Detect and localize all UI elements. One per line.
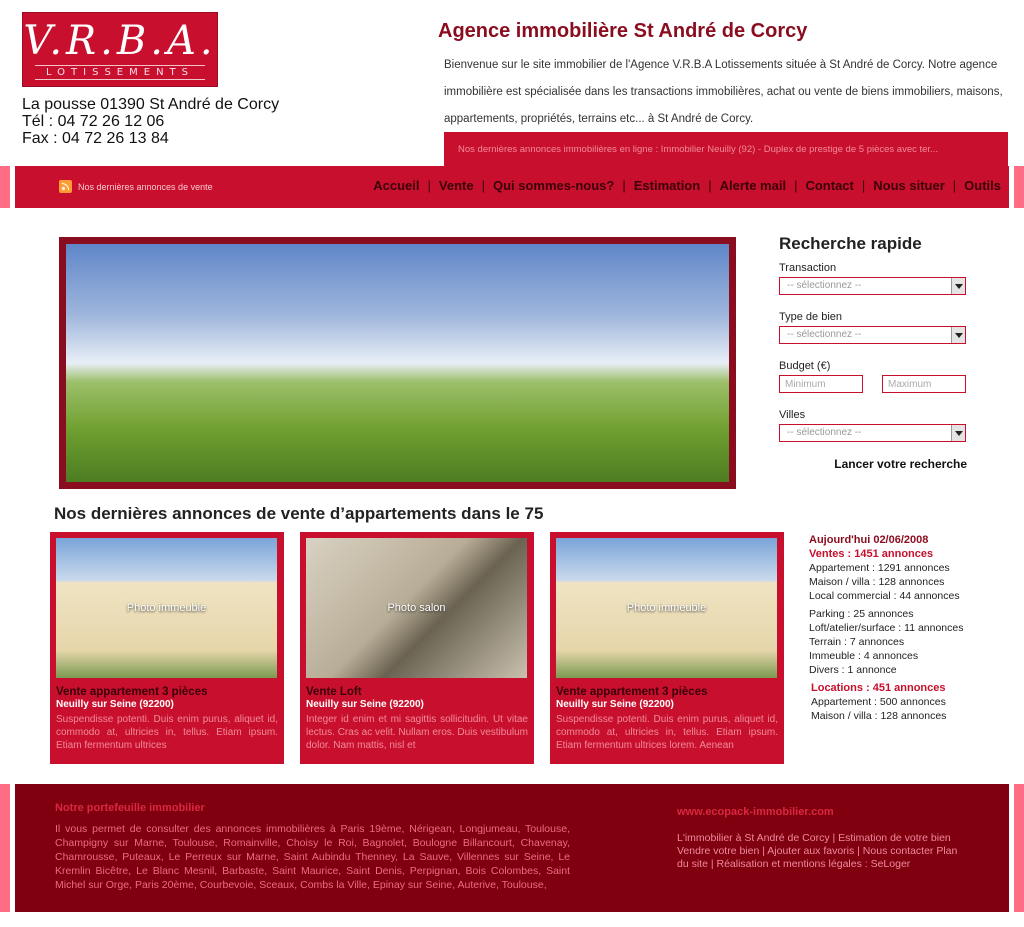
transaction-select[interactable]: -- sélectionnez -- <box>779 277 966 295</box>
stats-date: Aujourd'hui 02/06/2008 <box>809 534 929 546</box>
stats-line: Appartement : 500 annonces <box>811 696 946 708</box>
contact-block: La pousse 01390 St André de Corcy Tél : … <box>22 96 279 147</box>
stats-line: Appartement : 1291 annonces <box>809 562 950 574</box>
transaction-label: Transaction <box>779 262 837 274</box>
listing-photo[interactable]: Photo salon <box>306 538 527 678</box>
left-accent-strip <box>0 784 10 912</box>
nav-item-nous-situer[interactable]: Nous situer <box>873 178 945 193</box>
logo[interactable]: V.R.B.A. LOTISSEMENTS <box>22 12 218 87</box>
stats-line: Loft/atelier/surface : 11 annonces <box>809 622 964 634</box>
budget-max-input[interactable] <box>882 375 966 393</box>
nav-item-alerte-mail[interactable]: Alerte mail <box>720 178 786 193</box>
footer-links: www.ecopack-immobilier.com L'immobilier … <box>677 806 967 871</box>
intro-text: Bienvenue sur le site immobilier de l'Ag… <box>444 59 1003 125</box>
listing-description: Suspendisse potenti. Duis enim purus, al… <box>556 714 778 751</box>
footer-portfolio-title: Notre portefeuille immobilier <box>55 802 205 814</box>
listing-description: Suspendisse potenti. Duis enim purus, al… <box>56 714 278 751</box>
listing-title[interactable]: Vente appartement 3 pièces <box>556 686 778 698</box>
listings-title: Nos dernières annonces de vente d’appart… <box>54 504 544 523</box>
nav-item-accueil[interactable]: Accueil <box>373 178 419 193</box>
right-accent-strip <box>1014 166 1024 208</box>
address: La pousse 01390 St André de Corcy <box>22 96 280 113</box>
listing-location: Neuilly sur Seine (92200) <box>56 699 174 710</box>
hero-image <box>66 244 729 482</box>
main-nav: Nos dernières annonces de vente Accueil |… <box>15 166 1009 208</box>
phone: Tél : 04 72 26 12 06 <box>22 113 165 130</box>
stats-line: Maison / villa : 128 annonces <box>811 710 947 722</box>
listing-description: Integer id enim et mi sagittis sollicitu… <box>306 714 528 751</box>
fax: Fax : 04 72 26 13 84 <box>22 130 169 147</box>
footer-portfolio-text[interactable]: Il vous permet de consulter des annonces… <box>55 822 570 892</box>
dropdown-arrow-icon <box>951 278 965 294</box>
type-select-value: -- sélectionnez -- <box>787 329 862 340</box>
listing-card[interactable]: Photo salon Vente Loft Neuilly sur Seine… <box>300 532 534 764</box>
stats-line: Maison / villa : 128 annonces <box>809 576 945 588</box>
budget-label: Budget (€) <box>779 360 831 372</box>
search-button[interactable]: Lancer votre recherche <box>779 457 969 471</box>
rss-icon <box>59 180 72 193</box>
footer-site-link[interactable]: www.ecopack-immobilier.com <box>677 806 967 818</box>
footer-links-text[interactable]: L'immobilier à St André de Corcy | Estim… <box>677 832 967 871</box>
nav-item-qui-sommes-nous[interactable]: Qui sommes-nous? <box>493 178 614 193</box>
type-label: Type de bien <box>779 311 842 323</box>
logo-sub-text: LOTISSEMENTS <box>35 65 205 80</box>
listing-location: Neuilly sur Seine (92200) <box>306 699 424 710</box>
cities-select[interactable]: -- sélectionnez -- <box>779 424 966 442</box>
stats-panel: Aujourd'hui 02/06/2008 Ventes : 1451 ann… <box>809 533 1009 723</box>
listing-card[interactable]: Photo immeuble Vente appartement 3 pièce… <box>50 532 284 764</box>
quick-search: Recherche rapide Transaction -- sélectio… <box>779 234 969 471</box>
footer: Notre portefeuille immobilier Il vous pe… <box>15 784 1009 912</box>
listing-title[interactable]: Vente appartement 3 pièces <box>56 686 278 698</box>
dropdown-arrow-icon <box>951 327 965 343</box>
stats-rentals-heading[interactable]: Locations : 451 annonces <box>809 681 1009 695</box>
dropdown-arrow-icon <box>951 425 965 441</box>
nav-item-estimation[interactable]: Estimation <box>634 178 700 193</box>
listing-photo[interactable]: Photo immeuble <box>56 538 277 678</box>
listing-location: Neuilly sur Seine (92200) <box>556 699 674 710</box>
nav-item-vente[interactable]: Vente <box>439 178 474 193</box>
stats-line: Local commercial : 44 annonces <box>809 590 960 602</box>
quick-search-title: Recherche rapide <box>779 234 922 253</box>
cities-select-value: -- sélectionnez -- <box>787 427 862 438</box>
listing-photo[interactable]: Photo immeuble <box>556 538 777 678</box>
listing-title[interactable]: Vente Loft <box>306 686 528 698</box>
hero-frame <box>59 237 736 489</box>
stats-line: Parking : 25 annonces <box>809 608 914 620</box>
rss-link[interactable]: Nos dernières annonces de vente <box>59 180 213 193</box>
type-select[interactable]: -- sélectionnez -- <box>779 326 966 344</box>
cities-label: Villes <box>779 409 806 421</box>
news-ticker[interactable]: Nos dernières annonces immobilières en l… <box>444 132 1008 166</box>
footer-portfolio: Notre portefeuille immobilier Il vous pe… <box>55 802 570 892</box>
budget-min-input[interactable] <box>779 375 863 393</box>
budget-row <box>779 375 969 393</box>
rss-label: Nos dernières annonces de vente <box>78 181 213 192</box>
right-accent-strip <box>1014 784 1024 912</box>
nav-menu: Accueil | Vente | Qui sommes-nous? | Estima… <box>373 178 1001 193</box>
stats-line: Divers : 1 annonce <box>809 664 897 676</box>
stats-line: Immeuble : 4 annonces <box>809 650 919 662</box>
stats-line: Terrain : 7 annonces <box>809 636 905 648</box>
nav-item-outils[interactable]: Outils <box>964 178 1001 193</box>
stats-sales-heading[interactable]: Ventes : 1451 annonces <box>809 547 1009 561</box>
transaction-select-value: -- sélectionnez -- <box>787 280 862 291</box>
site-title: Agence immobilière St André de Corcy <box>438 20 808 42</box>
listing-card[interactable]: Photo immeuble Vente appartement 3 pièce… <box>550 532 784 764</box>
nav-item-contact[interactable]: Contact <box>805 178 853 193</box>
left-accent-strip <box>0 166 10 208</box>
logo-main-text: V.R.B.A. <box>23 18 217 64</box>
